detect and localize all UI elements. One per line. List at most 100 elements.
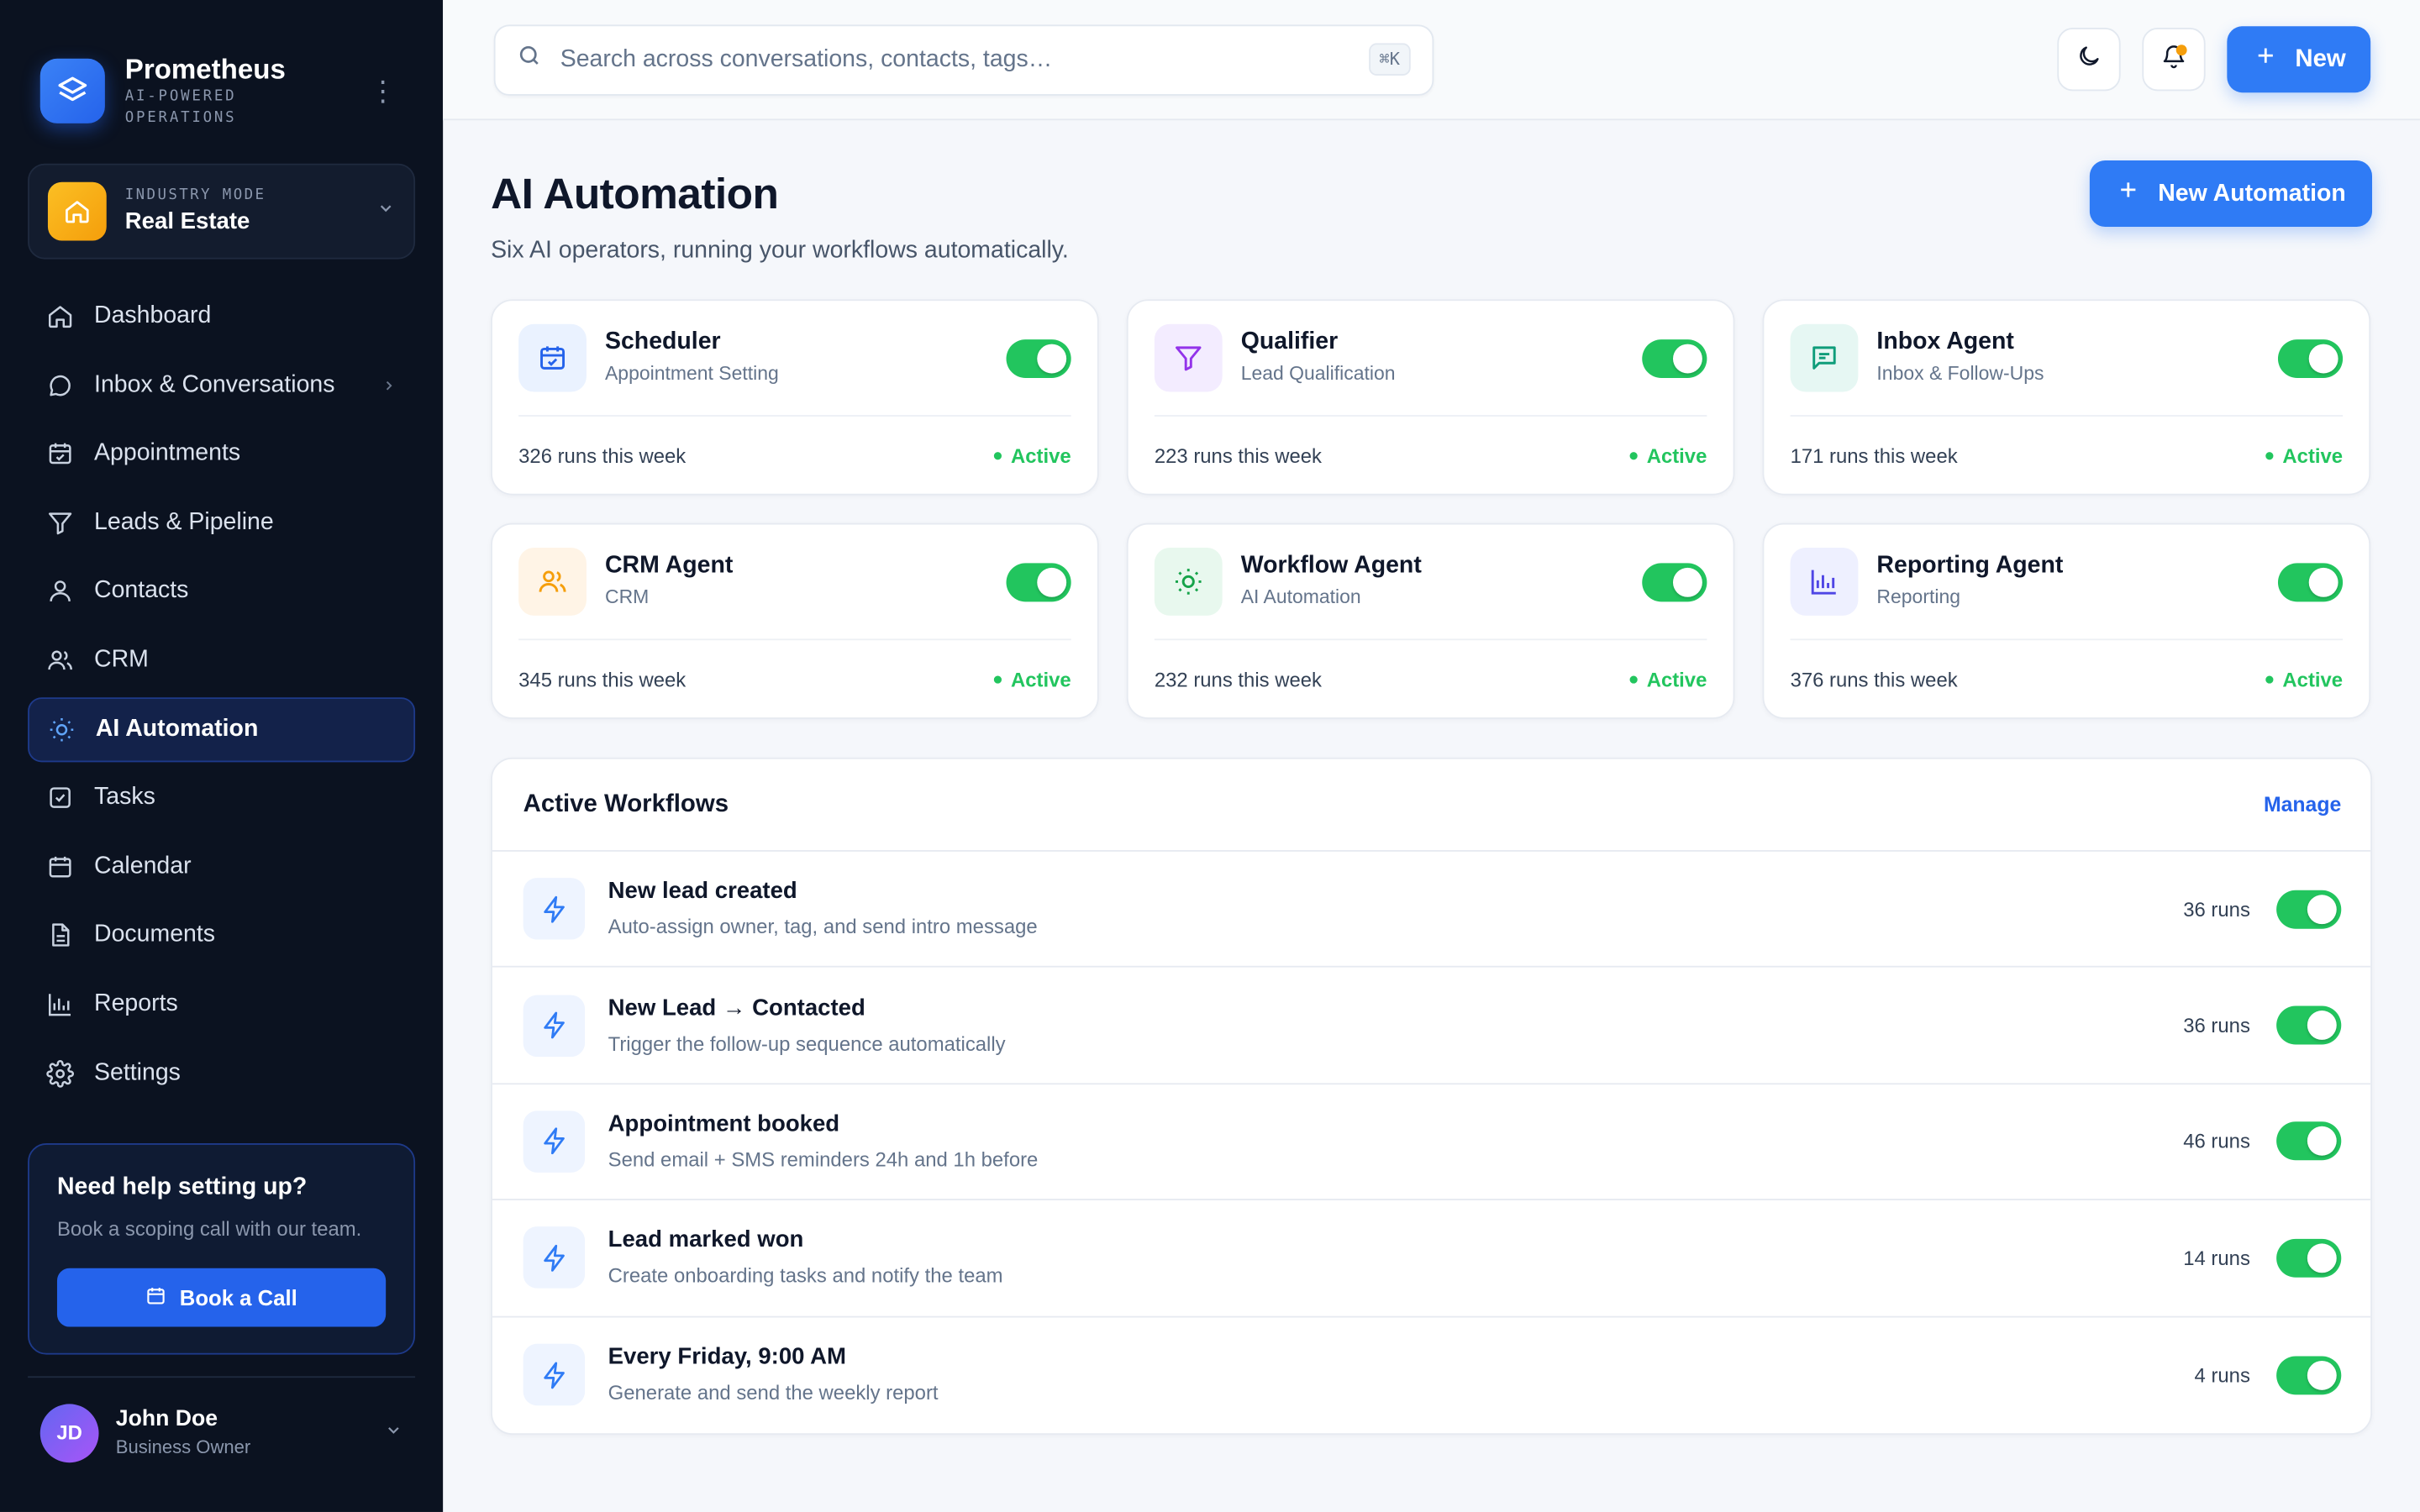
lightning-icon	[523, 1226, 586, 1289]
agent-toggle[interactable]	[1642, 562, 1707, 601]
sidebar-item-tasks[interactable]: Tasks	[28, 765, 415, 830]
sidebar-item-label: Documents	[94, 921, 216, 948]
theme-toggle-button[interactable]	[2057, 28, 2121, 92]
chevron-down-icon	[384, 1419, 402, 1446]
workflow-runs: 36 runs	[2183, 897, 2250, 921]
chevron-right-icon	[381, 373, 397, 397]
sidebar-item-settings[interactable]: Settings	[28, 1041, 415, 1105]
agent-category: Lead Qualification	[1240, 362, 1396, 385]
search-input[interactable]	[560, 45, 1369, 74]
users-icon	[46, 647, 74, 675]
workflow-row[interactable]: Lead marked won Create onboarding tasks …	[492, 1200, 2371, 1317]
topbar: ⌘K New	[443, 0, 2420, 121]
sun-icon	[48, 715, 76, 743]
status-badge: Active	[993, 667, 1071, 690]
bar-chart-icon	[46, 990, 74, 1018]
page-subtitle: Six AI operators, running your workflows…	[491, 237, 1069, 265]
workflow-name: Every Friday, 9:00 AM	[608, 1344, 846, 1371]
agent-toggle[interactable]	[1642, 339, 1707, 378]
brand-tagline: AI-POWERED OPERATIONS	[124, 87, 237, 127]
workflow-description: Auto-assign owner, tag, and send intro m…	[608, 915, 1038, 939]
help-card: Need help setting up? Book a scoping cal…	[28, 1142, 416, 1355]
user-name: John Doe	[115, 1406, 218, 1431]
agent-name: Inbox Agent	[1876, 328, 2014, 355]
help-title: Need help setting up?	[56, 1173, 308, 1200]
main-content: ⌘K New AI Automation Six AI operators	[443, 0, 2420, 1512]
book-call-button[interactable]: Book a Call	[56, 1268, 387, 1327]
agent-toggle[interactable]	[1006, 339, 1071, 378]
agent-card-workflow[interactable]: Workflow Agent AI Automation 232 runs th…	[1126, 522, 1735, 719]
agent-toggle[interactable]	[2277, 562, 2344, 601]
new-automation-label: New Automation	[2158, 179, 2346, 207]
brand-name: Prometheus	[124, 54, 286, 86]
sun-icon	[1154, 548, 1223, 616]
sidebar-item-reports[interactable]: Reports	[28, 972, 415, 1037]
manage-link[interactable]: Manage	[2264, 793, 2341, 816]
workflow-row[interactable]: Every Friday, 9:00 AM Generate and send …	[492, 1317, 2370, 1433]
document-icon	[46, 921, 74, 949]
agent-name: Qualifier	[1240, 328, 1339, 355]
agent-card-reporting[interactable]: Reporting Agent Reporting 376 runs this …	[1762, 522, 2371, 719]
agent-runs: 326 runs this week	[518, 444, 687, 467]
agent-category: Reporting	[1876, 585, 1960, 608]
industry-mode-selector[interactable]: INDUSTRY MODE Real Estate	[28, 163, 416, 260]
avatar: JD	[39, 1403, 99, 1462]
agent-runs: 345 runs this week	[518, 667, 687, 690]
sidebar-item-label: Contacts	[94, 577, 189, 604]
sidebar-item-contacts[interactable]: Contacts	[28, 559, 415, 624]
industry-mode-value: Real Estate	[124, 207, 250, 235]
agent-card-qualifier[interactable]: Qualifier Lead Qualification 223 runs th…	[1126, 299, 1735, 496]
workflow-toggle[interactable]	[2276, 1356, 2342, 1394]
sidebar-item-label: AI Automation	[95, 715, 259, 742]
chat-icon	[46, 371, 74, 399]
help-subtitle: Book a scoping call with our team.	[56, 1217, 362, 1241]
agent-toggle[interactable]	[2277, 339, 2344, 378]
chevron-down-icon	[376, 197, 395, 225]
new-automation-button[interactable]: New Automation	[2090, 160, 2373, 227]
agent-card-scheduler[interactable]: Scheduler Appointment Setting 326 runs t…	[491, 299, 1099, 496]
workflow-name: Appointment booked	[608, 1110, 840, 1137]
workflow-toggle[interactable]	[2276, 1005, 2342, 1045]
sidebar-item-documents[interactable]: Documents	[28, 903, 415, 968]
workflow-row[interactable]: Appointment booked Send email + SMS remi…	[492, 1084, 2371, 1201]
sidebar-item-leads[interactable]: Leads & Pipeline	[28, 491, 415, 555]
sidebar-item-appointments[interactable]: Appointments	[28, 422, 415, 486]
sidebar-item-ai-automation[interactable]: AI Automation	[28, 696, 416, 762]
workflow-toggle[interactable]	[2276, 1122, 2342, 1162]
automation-page: AI Automation Six AI operators, running …	[443, 120, 2420, 1436]
sidebar-item-inbox[interactable]: Inbox & Conversations	[28, 353, 415, 417]
sidebar-item-dashboard[interactable]: Dashboard	[28, 284, 415, 349]
layers-icon	[39, 58, 105, 123]
sidebar-item-label: Settings	[94, 1058, 181, 1086]
agent-runs: 232 runs this week	[1154, 667, 1322, 690]
agent-name: Scheduler	[604, 328, 721, 355]
workflow-toggle[interactable]	[2276, 890, 2342, 929]
more-vertical-icon[interactable]: ⋮	[363, 69, 403, 113]
search-bar[interactable]: ⌘K	[493, 24, 1434, 95]
user-menu[interactable]: JD John Doe Business Owner	[28, 1376, 416, 1487]
agent-toggle[interactable]	[1006, 562, 1071, 601]
search-icon	[517, 43, 541, 76]
status-badge: Active	[1629, 667, 1707, 690]
status-badge: Active	[2265, 667, 2343, 690]
workflow-name: Lead marked won	[608, 1226, 804, 1254]
workflow-row[interactable]: New lead created Auto-assign owner, tag,…	[492, 852, 2371, 969]
notifications-button[interactable]	[2142, 28, 2206, 92]
filter-icon	[46, 509, 74, 537]
workflow-row[interactable]: New Lead → Contacted Trigger the follow-…	[492, 968, 2371, 1084]
sidebar-item-crm[interactable]: CRM	[28, 627, 415, 692]
workflow-toggle[interactable]	[2276, 1238, 2342, 1278]
agent-name: Reporting Agent	[1876, 552, 2064, 579]
agent-card-crm[interactable]: CRM Agent CRM 345 runs this week Active	[491, 522, 1099, 719]
new-button[interactable]: New	[2227, 26, 2371, 93]
agent-grid: Scheduler Appointment Setting 326 runs t…	[491, 299, 2372, 719]
agent-card-inbox[interactable]: Inbox Agent Inbox & Follow-Ups 171 runs …	[1762, 299, 2371, 496]
sidebar-item-label: CRM	[94, 646, 149, 673]
agent-name: CRM Agent	[604, 552, 734, 579]
sidebar-item-calendar[interactable]: Calendar	[28, 834, 415, 899]
agent-runs: 223 runs this week	[1154, 444, 1322, 467]
workflow-description: Generate and send the weekly report	[608, 1381, 939, 1404]
sidebar-item-label: Leads & Pipeline	[94, 508, 274, 535]
house-icon	[47, 181, 107, 241]
calendar-icon	[145, 1284, 167, 1310]
